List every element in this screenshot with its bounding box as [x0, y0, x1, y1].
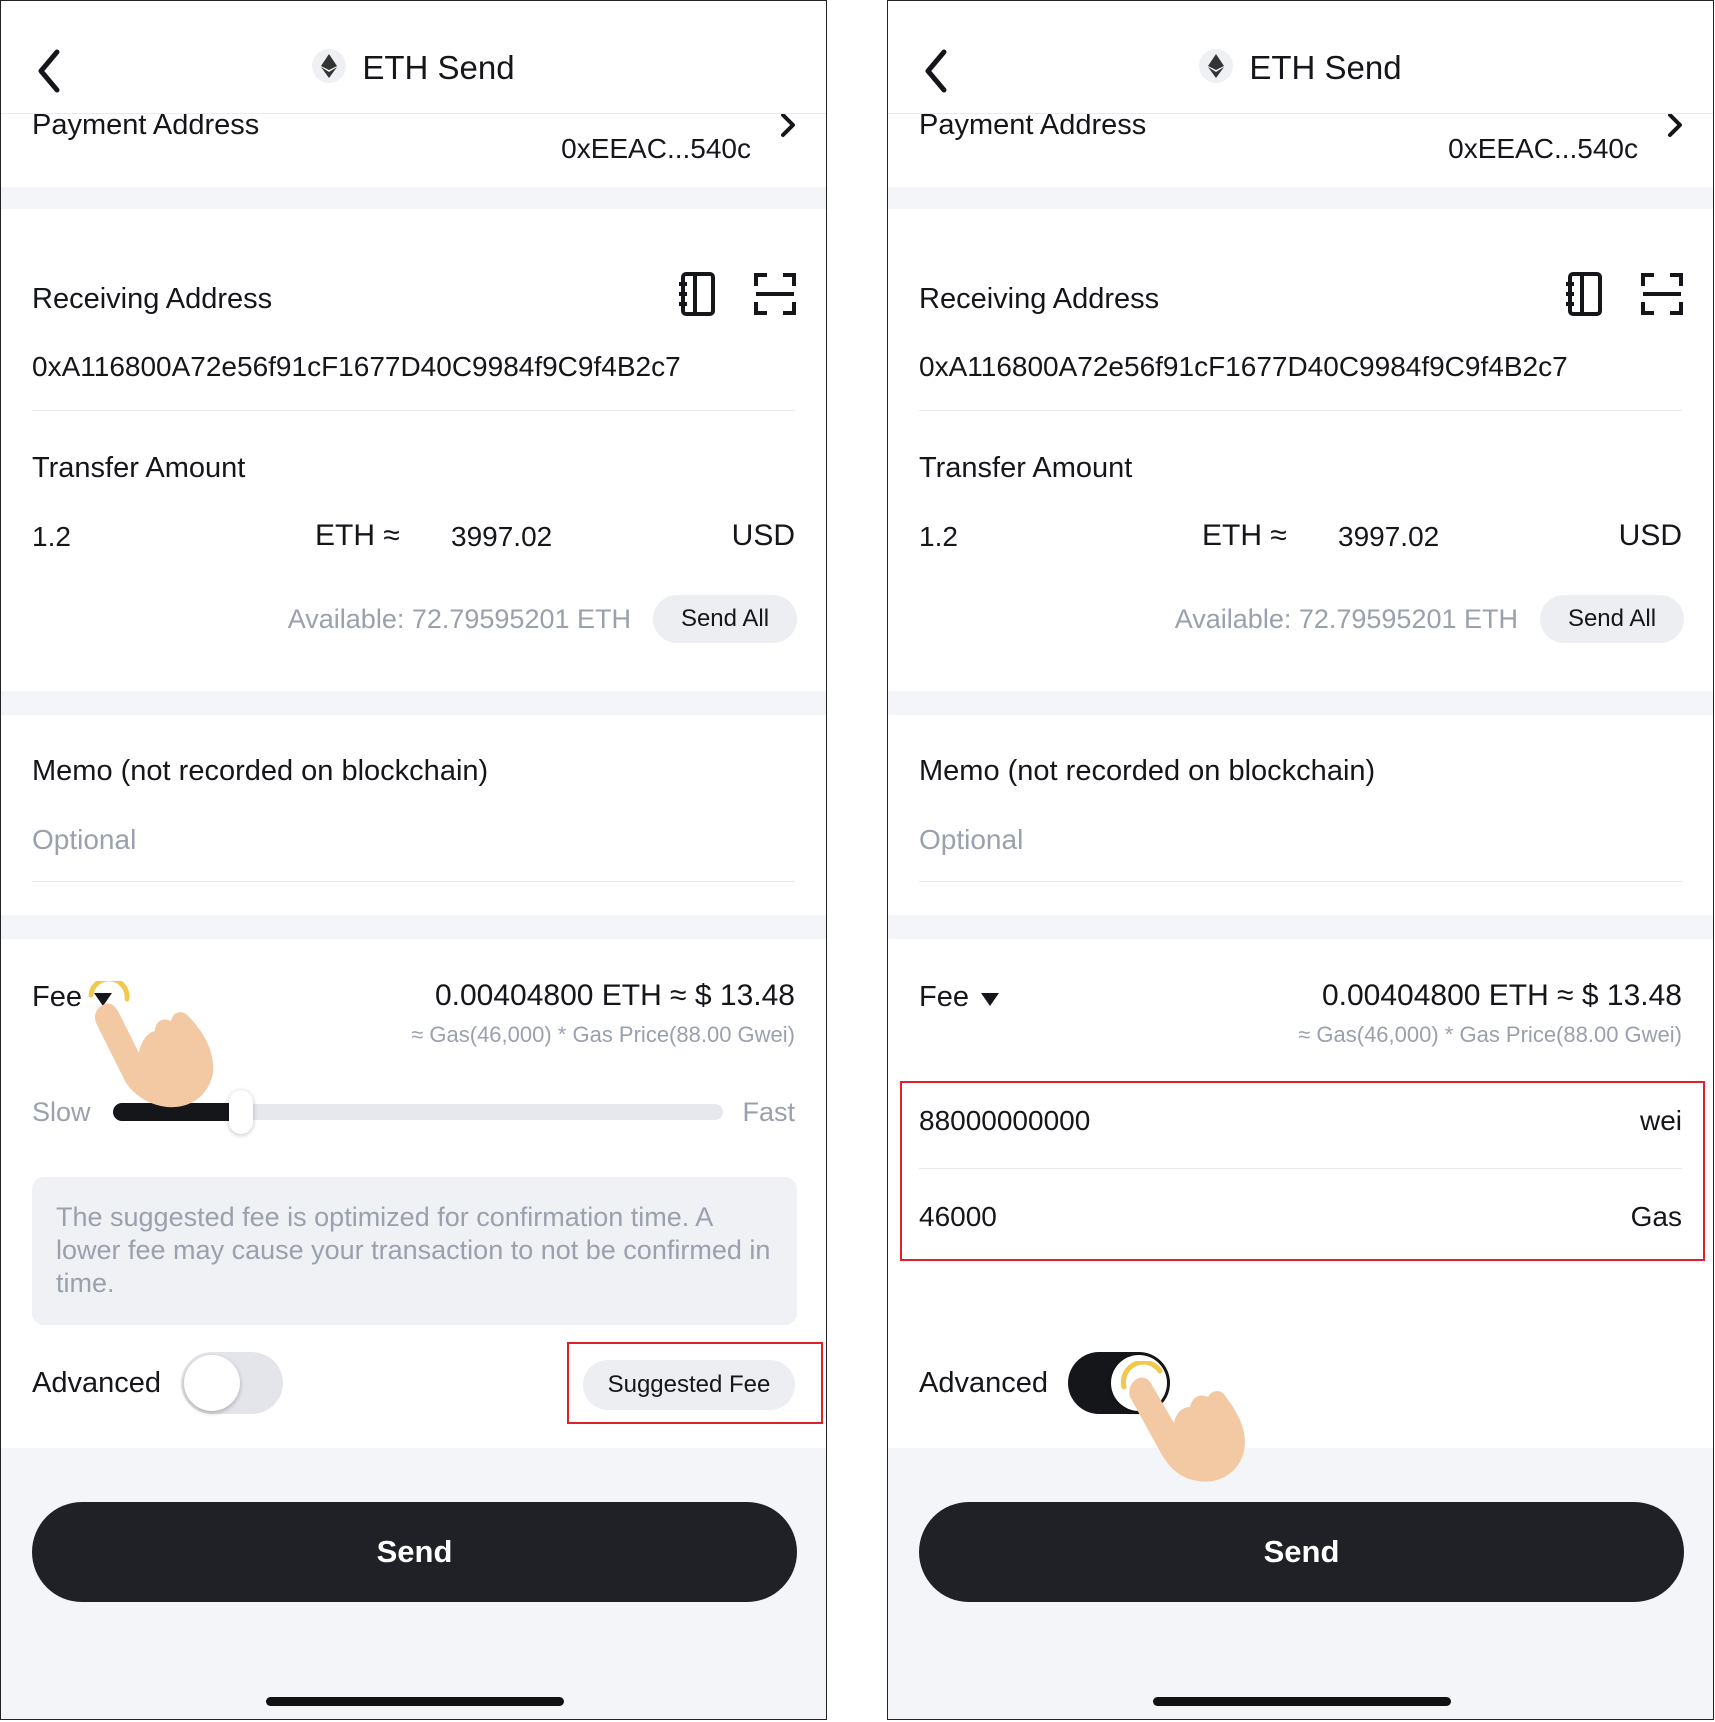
section-separator — [888, 187, 1713, 209]
divider — [32, 410, 795, 411]
memo-label: Memo (not recorded on blockchain) — [32, 755, 489, 787]
chevron-right-icon[interactable] — [779, 111, 797, 144]
send-button[interactable]: Send — [919, 1502, 1684, 1602]
pointing-hand-icon — [1120, 1359, 1270, 1496]
page-title: ETH Send — [1, 49, 826, 87]
fee-value: 0.00404800 ETH ≈ $ 13.48 — [434, 979, 795, 1012]
advanced-toggle[interactable] — [181, 1352, 283, 1414]
page-title-text: ETH Send — [362, 49, 515, 86]
transfer-amount-label: Transfer Amount — [32, 452, 246, 484]
scan-icon[interactable] — [754, 273, 796, 320]
amount-input[interactable]: 1.2 — [32, 521, 71, 553]
section-separator — [1, 915, 826, 939]
home-indicator — [1153, 1697, 1451, 1706]
section-separator — [888, 691, 1713, 715]
slider-fast-label: Fast — [742, 1097, 795, 1127]
toggle-knob — [184, 1355, 240, 1411]
highlight-box — [900, 1081, 1705, 1261]
memo-input[interactable]: Optional — [32, 824, 136, 856]
send-all-button[interactable]: Send All — [653, 595, 797, 643]
fee-notice: The suggested fee is optimized for confi… — [32, 1177, 797, 1325]
receiving-address-value[interactable]: 0xA116800A72e56f91cF1677D40C9984f9C9f4B2… — [32, 351, 681, 383]
section-separator — [888, 915, 1713, 939]
receiving-address-label: Receiving Address — [919, 283, 1160, 315]
payment-address-value[interactable]: 0xEEAC...540c — [561, 133, 751, 165]
fee-detail: ≈ Gas(46,000) * Gas Price(88.00 Gwei) — [1298, 1022, 1682, 1047]
page-title-text: ETH Send — [1249, 49, 1402, 86]
memo-input[interactable]: Optional — [919, 824, 1023, 856]
eth-coin-icon — [312, 49, 347, 84]
available-balance: Available: 72.79595201 ETH — [1174, 604, 1518, 634]
amount-unit: ETH ≈ — [315, 519, 400, 552]
fiat-unit: USD — [731, 519, 795, 552]
fee-value: 0.00404800 ETH ≈ $ 13.48 — [1321, 979, 1682, 1012]
divider — [32, 881, 795, 882]
chevron-right-icon[interactable] — [1666, 111, 1684, 144]
receiving-address-label: Receiving Address — [32, 283, 273, 315]
available-balance: Available: 72.79595201 ETH — [287, 604, 631, 634]
eth-coin-icon — [1199, 49, 1234, 84]
fee-detail: ≈ Gas(46,000) * Gas Price(88.00 Gwei) — [411, 1022, 795, 1047]
payment-address-value[interactable]: 0xEEAC...540c — [1448, 133, 1638, 165]
home-indicator — [266, 1697, 564, 1706]
fee-slider-thumb[interactable] — [229, 1090, 253, 1134]
receiving-address-value[interactable]: 0xA116800A72e56f91cF1677D40C9984f9C9f4B2… — [919, 351, 1568, 383]
send-all-button[interactable]: Send All — [1540, 595, 1684, 643]
fee-label[interactable]: Fee — [919, 981, 969, 1014]
advanced-label: Advanced — [32, 1367, 161, 1399]
dropdown-triangle-icon[interactable] — [980, 991, 1000, 1012]
screen-fee-advanced: ETH Send Payment Address 0xEEAC...540c R… — [887, 0, 1714, 1720]
advanced-label: Advanced — [919, 1367, 1048, 1399]
page-title: ETH Send — [888, 49, 1713, 87]
section-separator — [1, 187, 826, 209]
screen-fee-suggested: ETH Send Payment Address 0xEEAC...540c R… — [0, 0, 827, 1720]
address-book-icon[interactable] — [1564, 271, 1604, 322]
amount-unit: ETH ≈ — [1202, 519, 1287, 552]
scan-icon[interactable] — [1641, 273, 1683, 320]
send-button[interactable]: Send — [32, 1502, 797, 1602]
divider — [919, 410, 1682, 411]
pointing-hand-icon — [79, 976, 229, 1116]
fiat-unit: USD — [1618, 519, 1682, 552]
section-separator — [1, 691, 826, 715]
memo-label: Memo (not recorded on blockchain) — [919, 755, 1376, 787]
fiat-input[interactable]: 3997.02 — [451, 521, 552, 553]
transfer-amount-label: Transfer Amount — [919, 452, 1133, 484]
fiat-input[interactable]: 3997.02 — [1338, 521, 1439, 553]
divider — [919, 881, 1682, 882]
highlight-box — [567, 1342, 823, 1424]
fee-label[interactable]: Fee — [32, 981, 82, 1014]
address-book-icon[interactable] — [677, 271, 717, 322]
amount-input[interactable]: 1.2 — [919, 521, 958, 553]
